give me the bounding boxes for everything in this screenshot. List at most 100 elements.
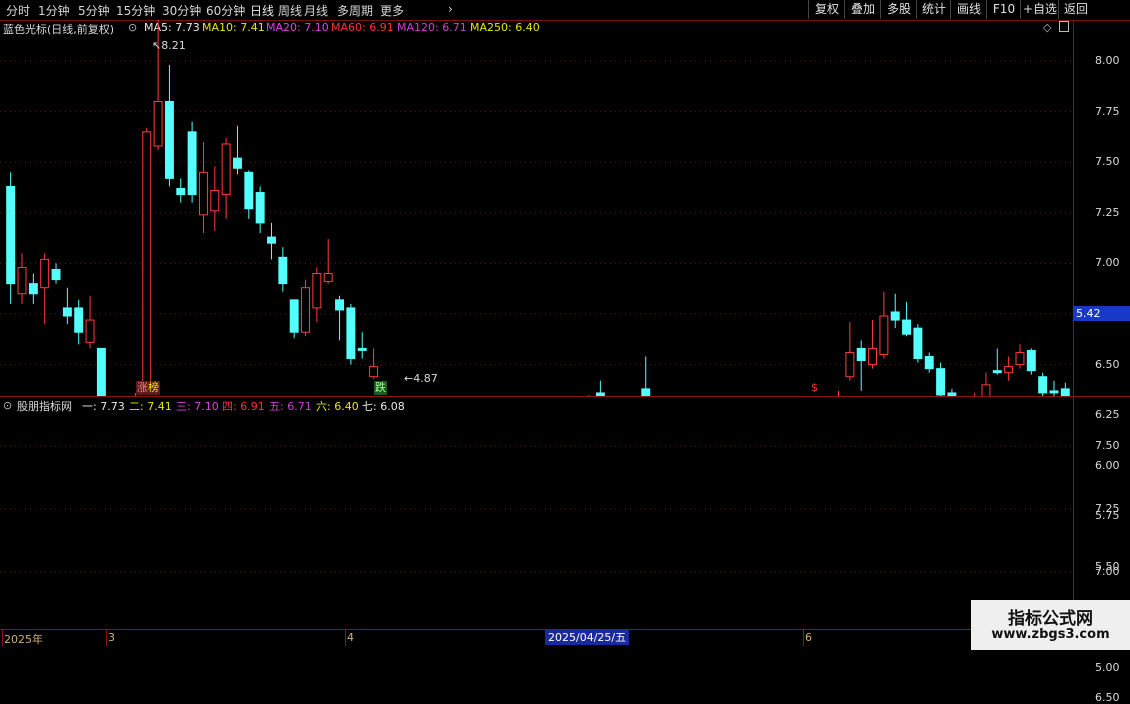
candle-body-32[interactable]	[369, 366, 379, 378]
period-tab-5[interactable]: 60分钟	[206, 2, 245, 19]
candle-body-78[interactable]	[890, 311, 900, 321]
candle-body-76[interactable]	[868, 347, 878, 366]
price-axis-label-6: 6.50	[1095, 357, 1120, 371]
candle-body-77[interactable]	[879, 315, 889, 355]
price-axis-label-8: 6.00	[1095, 458, 1120, 472]
candle-body-22[interactable]	[255, 192, 265, 224]
candle-body-0[interactable]	[6, 185, 16, 285]
candle-body-20[interactable]	[233, 157, 242, 169]
candle-body-7[interactable]	[85, 319, 95, 343]
toolbar-button-5[interactable]: F10	[986, 0, 1021, 19]
low-note: ←4.87	[404, 372, 438, 385]
candle-body-18[interactable]	[210, 190, 220, 212]
period-tab-7[interactable]: 周线	[278, 2, 302, 19]
period-tab-2[interactable]: 5分钟	[78, 2, 110, 19]
candle-body-92[interactable]	[1049, 390, 1059, 394]
candle-body-25[interactable]	[289, 299, 299, 333]
candle-body-16[interactable]	[187, 131, 197, 196]
date-cursor: 2025/04/25/五	[545, 630, 630, 645]
high-note-value: 8.21	[161, 39, 186, 52]
candle-body-26[interactable]	[301, 287, 310, 333]
candle-body-81[interactable]	[924, 356, 934, 370]
candle-body-80[interactable]	[913, 327, 923, 360]
candle-body-93[interactable]	[1060, 388, 1070, 396]
toolbar-button-1[interactable]: 叠加	[844, 0, 881, 19]
date-tick-2	[345, 630, 346, 646]
signal-mark: $	[811, 381, 818, 394]
toolbar-button-4[interactable]: 画线	[950, 0, 987, 19]
price-axis-label-0: 8.00	[1095, 54, 1120, 67]
axis-divider	[1073, 20, 1074, 630]
period-tab-1[interactable]: 1分钟	[38, 2, 70, 19]
candle-body-87[interactable]	[992, 370, 1002, 374]
candlestick-chart[interactable]	[0, 20, 1073, 396]
date-label-2: 4	[347, 631, 354, 644]
candle-body-17[interactable]	[198, 171, 208, 216]
candle-body-2[interactable]	[28, 283, 38, 295]
candle-body-86[interactable]	[981, 384, 991, 396]
candle-body-91[interactable]	[1038, 376, 1048, 394]
candle-body-31[interactable]	[357, 347, 367, 351]
date-tick-3	[803, 630, 804, 646]
tag-up: 涨榜	[136, 381, 160, 395]
candle-body-12[interactable]	[142, 131, 152, 386]
candle-body-1[interactable]	[17, 266, 27, 295]
price-axis-label-4: 7.00	[1095, 256, 1120, 270]
more-arrow-icon[interactable]: ›	[448, 2, 453, 16]
toolbar-button-0[interactable]: 复权	[808, 0, 845, 19]
candle-body-90[interactable]	[1026, 349, 1036, 372]
price-axis-label-12: 5.00	[1095, 661, 1120, 675]
toolbar-button-7[interactable]: 返回	[1058, 0, 1093, 19]
watermark: 指标公式网 www.zbgs3.com	[971, 600, 1130, 650]
indicator-axis-label-2: 7.00	[1095, 565, 1120, 578]
candle-body-82[interactable]	[936, 368, 946, 396]
toolbar-button-2[interactable]: 多股	[880, 0, 917, 19]
candle-body-24[interactable]	[278, 256, 288, 285]
period-tab-0[interactable]: 分时	[6, 2, 30, 19]
period-tab-8[interactable]: 月线	[304, 2, 328, 19]
candle-body-19[interactable]	[221, 143, 231, 196]
date-tick-0	[2, 630, 3, 646]
toolbar-button-6[interactable]: +自选	[1020, 0, 1059, 19]
period-tab-3[interactable]: 15分钟	[116, 2, 155, 19]
candle-body-13[interactable]	[153, 100, 163, 147]
candle-body-52[interactable]	[595, 392, 605, 396]
high-note: ↖8.21	[152, 39, 186, 52]
candle-body-4[interactable]	[51, 268, 61, 281]
date-tick-1	[106, 630, 107, 646]
candle-body-28[interactable]	[323, 273, 333, 283]
period-tab-9[interactable]: 多周期	[337, 2, 373, 19]
candle-body-83[interactable]	[947, 392, 957, 396]
candle-body-30[interactable]	[346, 307, 356, 360]
candle-body-89[interactable]	[1015, 351, 1025, 366]
current-price-marker: 5.42	[1073, 306, 1130, 321]
candle-body-21[interactable]	[244, 171, 254, 210]
date-label-3: 6	[805, 631, 812, 644]
indicator-axis-label-0: 7.50	[1095, 439, 1120, 452]
tag-up-suffix: 榜	[148, 381, 159, 394]
candle-body-8[interactable]	[96, 347, 106, 396]
price-axis-label-7: 6.25	[1095, 408, 1120, 422]
candle-body-14[interactable]	[164, 100, 174, 179]
candle-body-29[interactable]	[335, 299, 345, 311]
date-label-1: 3	[108, 631, 115, 644]
candle-body-27[interactable]	[312, 273, 322, 309]
date-label-0: 2025年	[4, 633, 43, 646]
candle-body-74[interactable]	[845, 351, 855, 378]
low-note-value: 4.87	[413, 372, 438, 385]
period-tab-10[interactable]: 更多	[380, 2, 404, 19]
tag-up-char: 涨	[137, 381, 148, 394]
toolbar-button-3[interactable]: 统计	[916, 0, 951, 19]
candle-body-56[interactable]	[641, 388, 651, 396]
watermark-url: www.zbgs3.com	[991, 627, 1110, 642]
candle-body-79[interactable]	[902, 319, 912, 335]
candle-body-5[interactable]	[62, 307, 72, 317]
candle-body-6[interactable]	[74, 307, 84, 333]
candle-body-3[interactable]	[40, 258, 50, 289]
period-tab-6[interactable]: 日线	[250, 2, 274, 19]
candle-body-15[interactable]	[176, 188, 186, 196]
candle-body-75[interactable]	[856, 347, 866, 362]
period-tab-4[interactable]: 30分钟	[162, 2, 201, 19]
candle-body-23[interactable]	[267, 236, 276, 244]
candle-body-88[interactable]	[1004, 366, 1014, 374]
